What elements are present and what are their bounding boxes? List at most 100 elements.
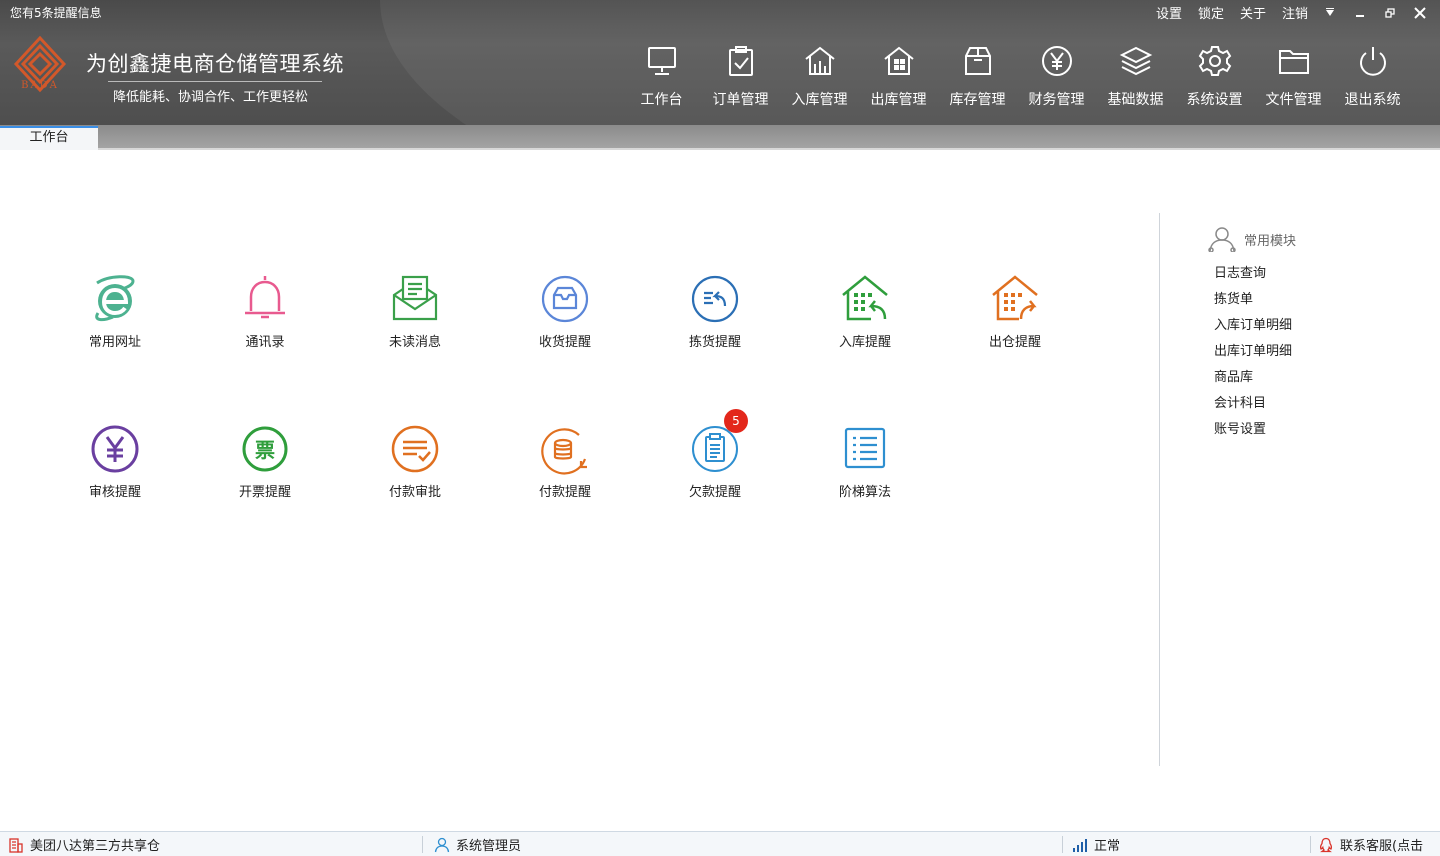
nav-label: 库存管理 [949, 92, 1006, 108]
settings-link[interactable]: 设置 [1156, 3, 1182, 22]
nav-label: 系统设置 [1186, 92, 1243, 108]
tile-payment-reminder[interactable]: 付款提醒 [510, 423, 620, 503]
nav-exit[interactable]: 退出系统 [1333, 44, 1412, 109]
quick-account-settings[interactable]: 账号设置 [1214, 418, 1292, 444]
tile-payment-approval[interactable]: 付款审批 [360, 423, 470, 503]
tab-strip: 工作台 [0, 125, 1440, 150]
pick-icon [691, 275, 739, 323]
box-icon [964, 47, 991, 75]
tile-label: 未读消息 [388, 335, 441, 350]
user-icon [1208, 227, 1236, 252]
status-support[interactable]: 联系客服(点击 [1318, 835, 1423, 854]
quick-modules-header: 常用模块 [1208, 226, 1296, 252]
tile-outbound-reminder[interactable]: 出仓提醒 [960, 273, 1070, 353]
status-warehouse: 美团八达第三方共享仓 [8, 835, 160, 854]
status-separator [1310, 836, 1311, 853]
nav-label: 基础数据 [1107, 92, 1164, 108]
quick-accounting-subjects[interactable]: 会计科目 [1214, 392, 1292, 418]
tile-label: 收货提醒 [538, 335, 591, 350]
tile-label: 通讯录 [245, 335, 285, 350]
tile-label: 拣货提醒 [688, 335, 741, 350]
tile-inbound-reminder[interactable]: 入库提醒 [810, 273, 920, 353]
tile-label: 欠款提醒 [688, 485, 741, 500]
building-icon [9, 837, 23, 853]
tile-unread-messages[interactable]: 未读消息 [360, 273, 470, 353]
quick-log-query[interactable]: 日志查询 [1214, 262, 1292, 288]
nav-label: 出库管理 [870, 92, 927, 108]
folder-icon [1278, 50, 1309, 74]
inbox-icon [541, 275, 589, 323]
ie-browser-icon [95, 275, 135, 322]
power-icon [1359, 47, 1386, 76]
nav-label: 订单管理 [712, 92, 769, 108]
quick-product-library[interactable]: 商品库 [1214, 366, 1292, 392]
tile-label: 付款提醒 [538, 485, 591, 500]
tile-label: 入库提醒 [838, 335, 891, 350]
status-bar: 美团八达第三方共享仓 系统管理员 正常 联系客服(点击 [0, 831, 1440, 856]
minimize-icon[interactable] [1352, 5, 1368, 21]
qq-icon [1319, 837, 1333, 852]
tile-common-urls[interactable]: 常用网址 [60, 273, 170, 353]
nav-label: 工作台 [640, 92, 683, 108]
nav-files[interactable]: 文件管理 [1254, 44, 1333, 109]
panel-divider [1159, 213, 1160, 766]
warehouse-out-icon [883, 46, 914, 75]
monitor-icon [647, 47, 676, 75]
nav-label: 退出系统 [1344, 92, 1401, 108]
nav-orders[interactable]: 订单管理 [701, 44, 780, 109]
close-icon[interactable] [1412, 5, 1428, 21]
quick-pick-list[interactable]: 拣货单 [1214, 288, 1292, 314]
warehouse-in-icon [804, 46, 835, 75]
dropdown-icon[interactable] [1322, 5, 1338, 21]
logo-text: BADA [21, 80, 59, 91]
status-network: 正常 [1072, 835, 1120, 854]
status-separator [1062, 836, 1063, 853]
nav-inbound[interactable]: 入库管理 [780, 44, 859, 109]
signal-icon [1073, 838, 1087, 852]
tile-receiving-reminder[interactable]: 收货提醒 [510, 273, 620, 353]
tile-audit-reminder[interactable]: 审核提醒 [60, 423, 170, 503]
tab-workbench[interactable]: 工作台 [0, 126, 98, 150]
nav-workbench[interactable]: 工作台 [622, 44, 701, 109]
status-user-text: 系统管理员 [456, 839, 522, 854]
lock-link[interactable]: 锁定 [1198, 3, 1224, 22]
nav-outbound[interactable]: 出库管理 [859, 44, 938, 109]
nav-finance[interactable]: 财务管理 [1017, 44, 1096, 109]
app-title: 为创鑫捷电商仓储管理系统 [86, 52, 344, 76]
tile-invoice-reminder[interactable]: 票 开票提醒 [210, 423, 320, 503]
main-nav: 工作台 订单管理 入库管理 出库管理 库存管理 财务管理 基础数据 系统设置 文… [622, 44, 1412, 109]
restore-icon[interactable] [1382, 5, 1398, 21]
top-links: 设置 锁定 关于 注销 [1140, 3, 1428, 22]
tile-contacts[interactable]: 通讯录 [210, 273, 320, 353]
tile-label: 审核提醒 [88, 485, 141, 500]
quick-inbound-order-detail[interactable]: 入库订单明细 [1214, 314, 1292, 340]
tile-picking-reminder[interactable]: 拣货提醒 [660, 273, 770, 353]
coins-icon [541, 428, 587, 475]
status-warehouse-text: 美团八达第三方共享仓 [30, 839, 161, 854]
invoice-icon: 票 [242, 426, 288, 472]
gear-icon [1198, 46, 1231, 76]
nav-label: 财务管理 [1028, 92, 1085, 108]
nav-system-settings[interactable]: 系统设置 [1175, 44, 1254, 109]
warehouse-out-icon [992, 275, 1038, 321]
list-icon [844, 427, 886, 469]
clipboard-check-icon [728, 46, 753, 76]
reminder-notice[interactable]: 您有5条提醒信息 [10, 4, 102, 21]
logout-link[interactable]: 注销 [1282, 3, 1308, 22]
tile-label: 付款审批 [388, 485, 441, 500]
status-support-text[interactable]: 联系客服(点击 [1340, 835, 1423, 854]
user-icon [434, 837, 450, 852]
nav-basic-data[interactable]: 基础数据 [1096, 44, 1175, 109]
about-link[interactable]: 关于 [1240, 3, 1266, 22]
quick-modules-list: 日志查询 拣货单 入库订单明细 出库订单明细 商品库 会计科目 账号设置 [1214, 262, 1292, 444]
tile-tier-algorithm[interactable]: 阶梯算法 [810, 423, 920, 503]
nav-inventory[interactable]: 库存管理 [938, 44, 1017, 109]
svg-text:票: 票 [255, 438, 275, 462]
status-network-text: 正常 [1094, 839, 1121, 854]
tile-arrears-reminder[interactable]: 5 欠款提醒 [660, 409, 770, 503]
yen-circle-icon [91, 425, 139, 473]
nav-label: 文件管理 [1265, 92, 1322, 108]
warehouse-in-icon [842, 275, 888, 321]
quick-modules-title: 常用模块 [1244, 233, 1297, 249]
quick-outbound-order-detail[interactable]: 出库订单明细 [1214, 340, 1292, 366]
